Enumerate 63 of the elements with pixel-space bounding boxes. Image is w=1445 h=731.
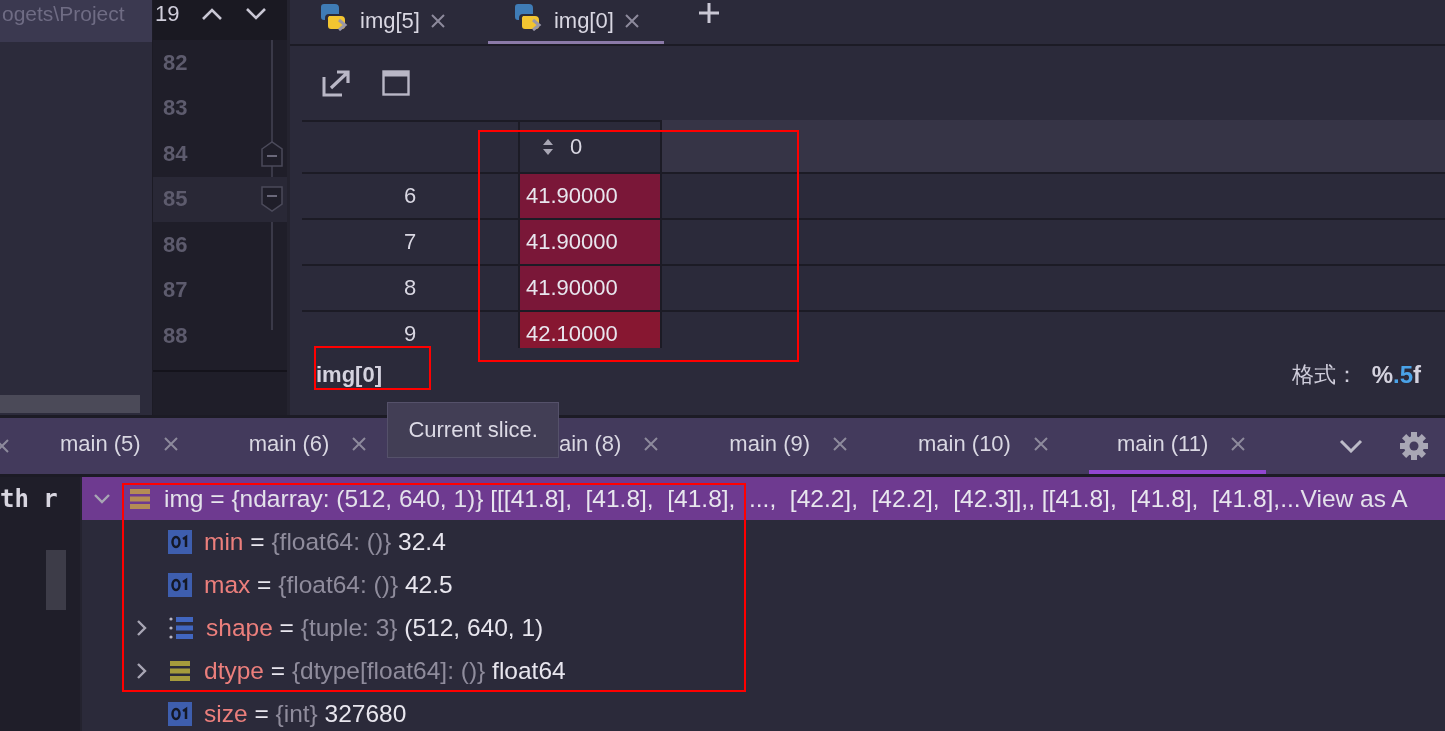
line-number: 84 [163, 140, 188, 167]
variable-text: min = {float64: ()} 32.4 [204, 527, 446, 556]
debug-tab[interactable]: main (6) [198, 418, 388, 474]
editor-tab[interactable]: img[5] [316, 0, 470, 44]
tooltip: Current slice. [387, 402, 559, 458]
slice-label: img[0] [316, 361, 382, 388]
variable-row[interactable]: size = {int} 327680 [122, 692, 1445, 731]
open-external-icon[interactable] [322, 69, 352, 97]
sort-icon[interactable] [542, 138, 554, 156]
variable-text: img = {ndarray: (512, 640, 1)} [[[41.8], [41.8], [41.8], ..., [42.2], [42.2], [42.3]],, [[41.8], [41.8], [41.8],... [164, 484, 1301, 513]
match-count: 19 [155, 1, 180, 27]
window-icon[interactable] [382, 70, 410, 96]
debug-tab[interactable]: main (5) [10, 418, 199, 474]
variable-text: size = {int} 327680 [204, 699, 407, 728]
variable-text: shape = {tuple: 3} (512, 640, 1) [206, 613, 544, 642]
fold-marker-icon[interactable] [261, 140, 283, 167]
number-icon [168, 529, 192, 554]
format-value[interactable]: %.5f [1371, 360, 1421, 389]
editor-tab[interactable]: img[0] [487, 0, 664, 44]
close-icon[interactable] [1230, 436, 1247, 452]
table-cell: 41.90000 [520, 266, 662, 310]
close-icon[interactable] [623, 12, 640, 29]
scrollbar-thumb[interactable] [0, 395, 140, 413]
fold-marker-icon[interactable] [261, 186, 283, 213]
close-icon[interactable] [351, 436, 368, 452]
variable-text: dtype = {dtype[float64]: ()} float64 [204, 656, 566, 685]
variable-row-highlight[interactable]: img = {ndarray: (512, 640, 1)} [[[41.8], [41.8], [41.8], ..., [42.2], [42.2], [42.3]],, [[41.8], [41.8], [41.8],...View as A [82, 477, 1445, 520]
array-icon [128, 486, 152, 511]
list-icon [168, 614, 194, 641]
close-icon[interactable] [429, 12, 446, 29]
variable-row[interactable]: max = {float64: ()} 42.5 [122, 563, 1445, 606]
format-label: 格式： [1291, 360, 1358, 389]
line-number: 83 [163, 95, 188, 122]
code-text: th r [0, 485, 59, 513]
view-as-link[interactable]: View as A [1300, 484, 1408, 513]
column-header[interactable]: 0 [520, 120, 662, 172]
line-number: 87 [163, 277, 188, 304]
chevron-down-icon[interactable] [1339, 439, 1363, 453]
close-icon[interactable] [643, 436, 660, 452]
table-cell: 42.10000 [520, 312, 662, 348]
line-number: 82 [163, 49, 188, 76]
number-icon [168, 701, 192, 726]
close-icon[interactable] [162, 436, 179, 452]
table-cell: 41.90000 [520, 174, 662, 218]
line-number: 88 [163, 322, 188, 349]
debug-tab[interactable]: main (9) [679, 418, 868, 474]
debug-tab[interactable]: ain (8) [558, 418, 680, 474]
array-icon [168, 658, 192, 683]
variable-row[interactable]: min = {float64: ()} 32.4 [122, 520, 1445, 563]
chevron-up-icon[interactable] [201, 7, 224, 21]
line-number: 86 [163, 231, 188, 258]
close-icon[interactable] [832, 436, 848, 452]
number-icon [168, 572, 192, 597]
variable-row[interactable]: shape = {tuple: 3} (512, 640, 1) [122, 606, 1445, 649]
settings-icon[interactable] [1399, 431, 1429, 461]
debug-tab[interactable]: main (10) [868, 418, 1069, 474]
variable-text: max = {float64: ()} 42.5 [204, 570, 453, 599]
scrollbar-thumb[interactable] [46, 550, 66, 610]
close-icon[interactable] [1032, 436, 1049, 452]
chevron-down-icon[interactable] [245, 7, 268, 21]
table-cell: 41.90000 [520, 220, 662, 264]
variable-row[interactable]: dtype = {dtype[float64]: ()} float64 [122, 649, 1445, 692]
add-icon[interactable] [697, 2, 720, 24]
